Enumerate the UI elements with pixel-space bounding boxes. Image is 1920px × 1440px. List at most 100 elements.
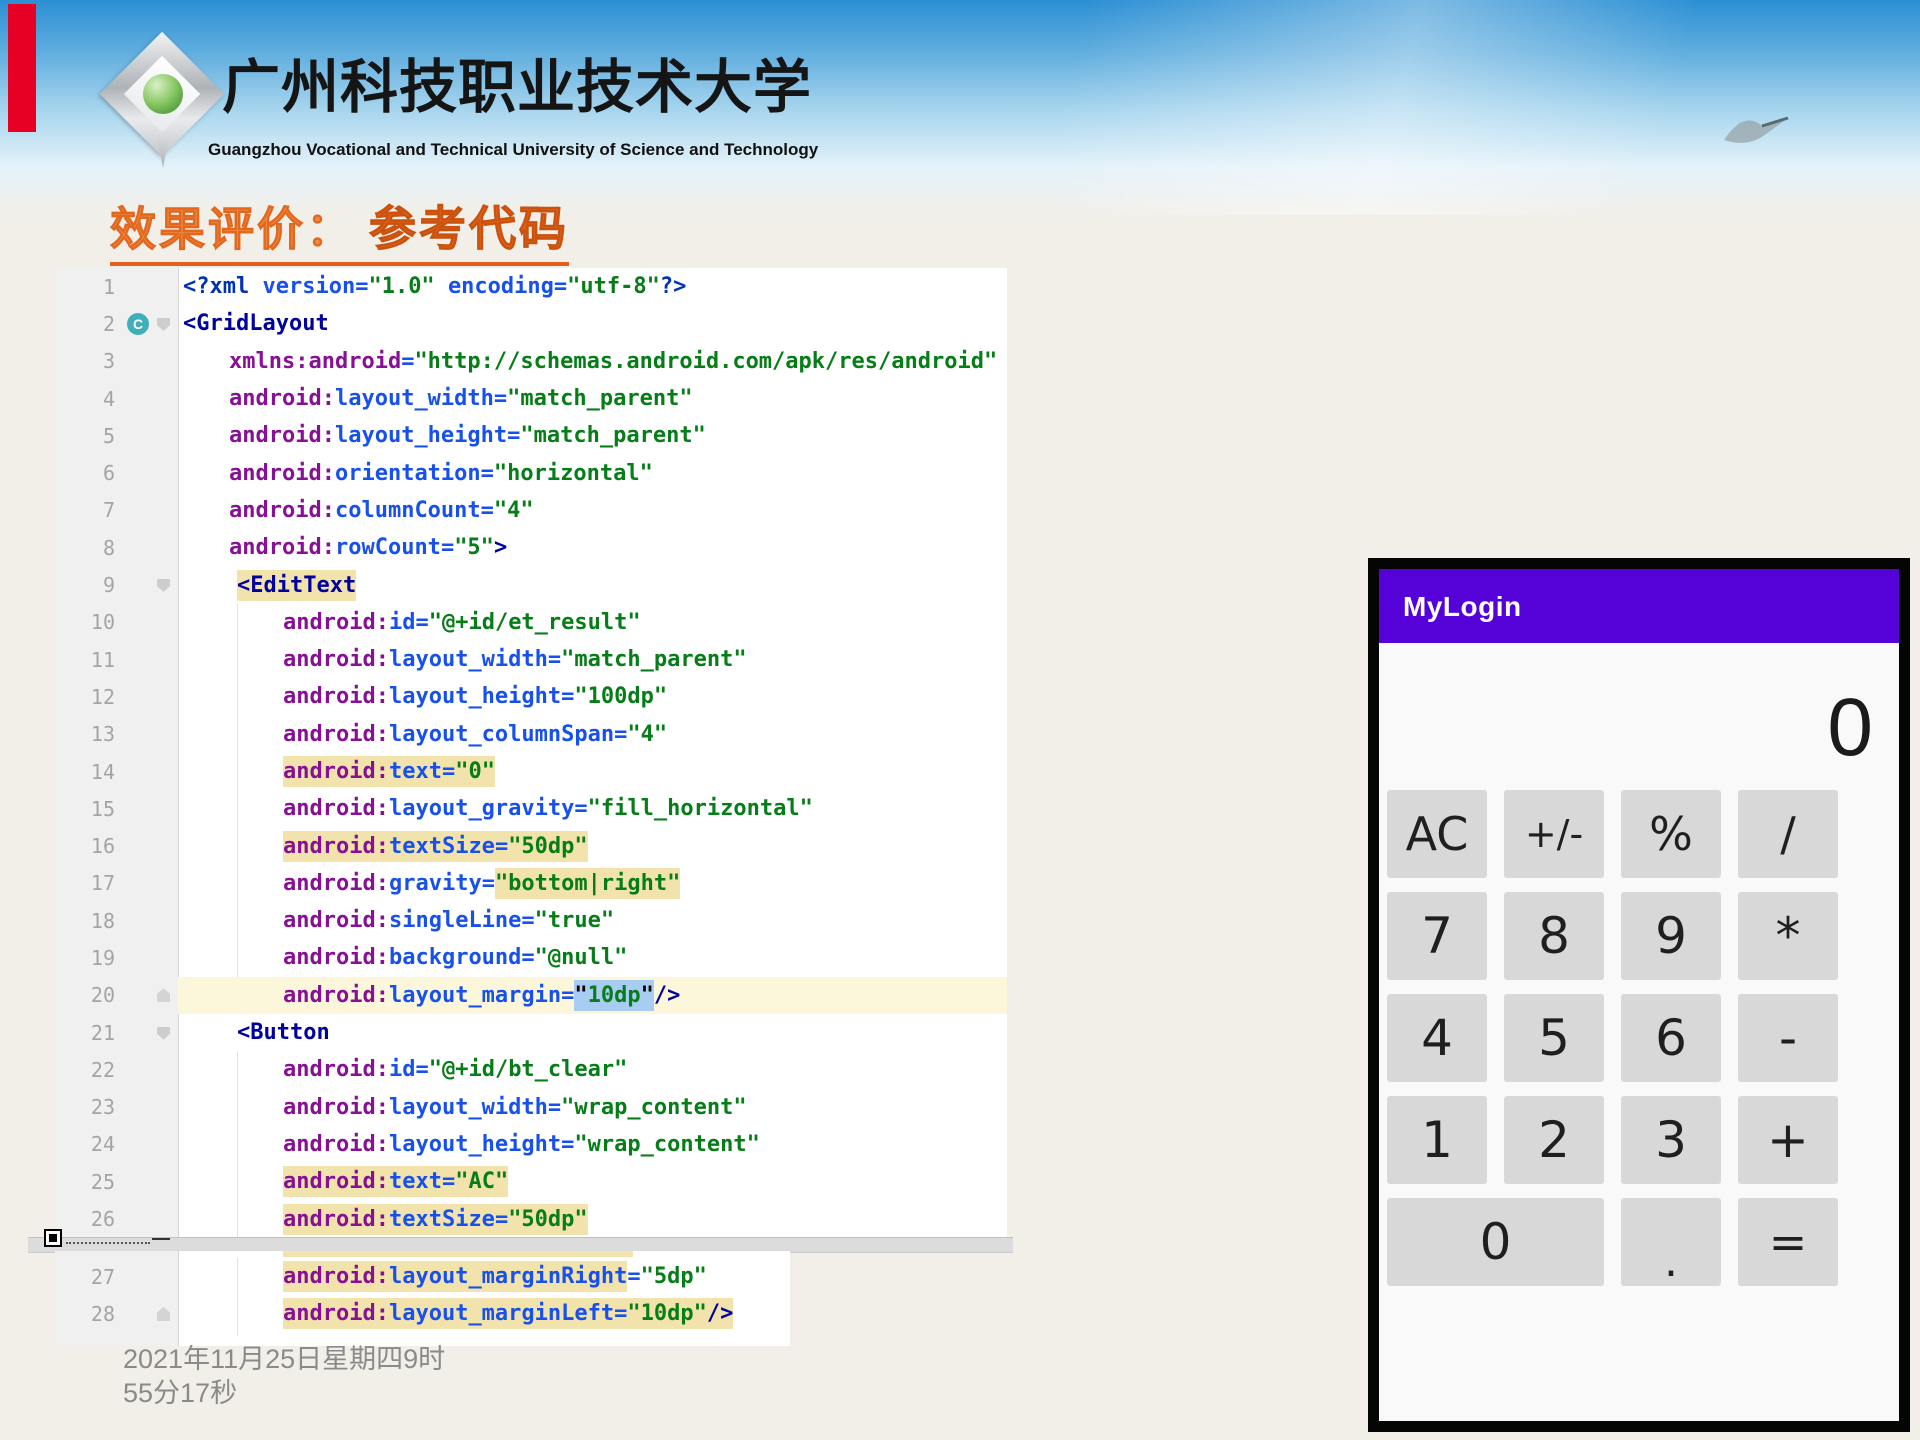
code-line: 12android:layout_height="100dp" [55,678,1007,715]
gutter-icons [123,417,178,454]
gutter-icons [123,678,178,715]
code-token: = [548,647,561,672]
line-number: 25 [55,1170,123,1194]
page-title-prefix: 效果评价： [110,203,355,255]
calc-button-.[interactable]: . [1621,1198,1721,1286]
code-text: android:layout_marginRight="5dp" [178,1258,790,1295]
code-text: android:id="@+id/et_result" [178,604,1007,641]
code-token: = [614,1298,627,1329]
code-token: "100dp" [574,684,667,709]
calc-button-+[interactable]: + [1738,1096,1838,1184]
calc-button-0[interactable]: 0 [1387,1198,1604,1286]
code-line: 11android:layout_width="match_parent" [55,641,1007,678]
code-token: = [521,945,534,970]
code-token: "fill_horizontal" [588,796,813,821]
code-token: textSize [389,1204,495,1235]
slide-date: 2021年11月25日星期四9时 55分17秒 [123,1342,445,1410]
code-line: 25android:text="AC" [55,1163,1007,1200]
code-line: 17android:gravity="bottom|right" [55,865,1007,902]
fold-down-icon[interactable] [157,579,170,592]
date-line1: 2021年11月25日星期四9时 [123,1342,445,1376]
line-number: 17 [55,871,123,895]
date-line2: 55分17秒 [123,1376,445,1410]
code-line: 8android:rowCount="5"> [55,529,1007,566]
code-token: = [355,274,368,299]
gutter-icons [123,604,178,641]
calc-button-8[interactable]: 8 [1504,892,1604,980]
line-number: 2 [55,312,123,336]
line-number: 1 [55,275,123,299]
code-token: = [442,756,455,787]
calc-button-9[interactable]: 9 [1621,892,1721,980]
code-token: = [495,1204,508,1235]
calc-button-1[interactable]: 1 [1387,1096,1487,1184]
calc-button-3[interactable]: 3 [1621,1096,1721,1184]
university-logo-icon [104,32,222,164]
code-token: android: [229,498,335,523]
code-token: android: [229,535,335,560]
splitter-handle-icon[interactable] [44,1229,62,1247]
code-text: android:textSize="50dp" [178,827,1007,864]
code-token: = [574,796,587,821]
code-text: android:rowCount="5"> [178,529,1007,566]
code-text: android:layout_columnSpan="4" [178,716,1007,753]
code-line: 22android:id="@+id/bt_clear" [55,1051,1007,1088]
fold-end-icon[interactable] [157,988,170,1002]
code-token [435,274,448,299]
code-text: android:background="@null" [178,939,1007,976]
code-token: android: [283,831,389,862]
code-token: layout_columnSpan [389,722,614,747]
code-token: <GridLayout [183,311,329,336]
calc-button-6[interactable]: 6 [1621,994,1721,1082]
code-line: 14android:text="0" [55,753,1007,790]
app-bar: MyLogin [1379,569,1899,643]
line-number: 27 [55,1265,123,1289]
calc-button-%[interactable]: % [1621,790,1721,878]
code-token: android: [229,386,335,411]
class-badge-icon[interactable]: C [127,313,149,335]
code-token: android: [283,684,389,709]
fold-end-icon[interactable] [157,1307,170,1321]
code-line: 28android:layout_marginLeft="10dp"/> [55,1295,790,1332]
fold-down-icon[interactable] [157,1027,170,1040]
line-number: 5 [55,424,123,448]
line-number: 15 [55,797,123,821]
app-bar-title: MyLogin [1379,569,1899,623]
code-text: <EditText [178,566,1007,603]
code-token: "5" [454,535,494,560]
code-token: text [389,756,442,787]
splitter-dotted-line [66,1232,150,1244]
code-token: = [415,1057,428,1082]
line-number: 7 [55,498,123,522]
calc-button-=[interactable]: = [1738,1198,1838,1286]
code-token: "10dp" [627,1298,706,1329]
gutter-icons [123,790,178,827]
fold-down-icon[interactable] [157,318,170,331]
code-token: = [614,722,627,747]
line-number: 22 [55,1058,123,1082]
gutter-icons [123,268,178,305]
code-text: <Button [178,1014,1007,1051]
calc-button-2[interactable]: 2 [1504,1096,1604,1184]
calc-button-4[interactable]: 4 [1387,994,1487,1082]
code-line: 5android:layout_height="match_parent" [55,417,1007,454]
line-number: 13 [55,722,123,746]
code-token: "http://schemas.android.com/apk/res/andr… [414,349,997,374]
page-title-emphasis: 参考代码 [369,202,569,255]
calc-button-*[interactable]: * [1738,892,1838,980]
code-token: = [507,423,520,448]
calc-button-/[interactable]: / [1738,790,1838,878]
code-line: 4android:layout_width="match_parent" [55,380,1007,417]
calc-button-5[interactable]: 5 [1504,994,1604,1082]
gutter-icons [123,1163,178,1200]
code-token: = [415,610,428,635]
gutter-icons [123,492,178,529]
calc-button-7[interactable]: 7 [1387,892,1487,980]
gutter-icons [123,1258,178,1295]
code-token: text [389,1166,442,1197]
calc-button-AC[interactable]: AC [1387,790,1487,878]
calc-button-+/-[interactable]: +/- [1504,790,1604,878]
line-number: 9 [55,573,123,597]
calc-button--[interactable]: - [1738,994,1838,1082]
code-token: layout_width [389,647,548,672]
